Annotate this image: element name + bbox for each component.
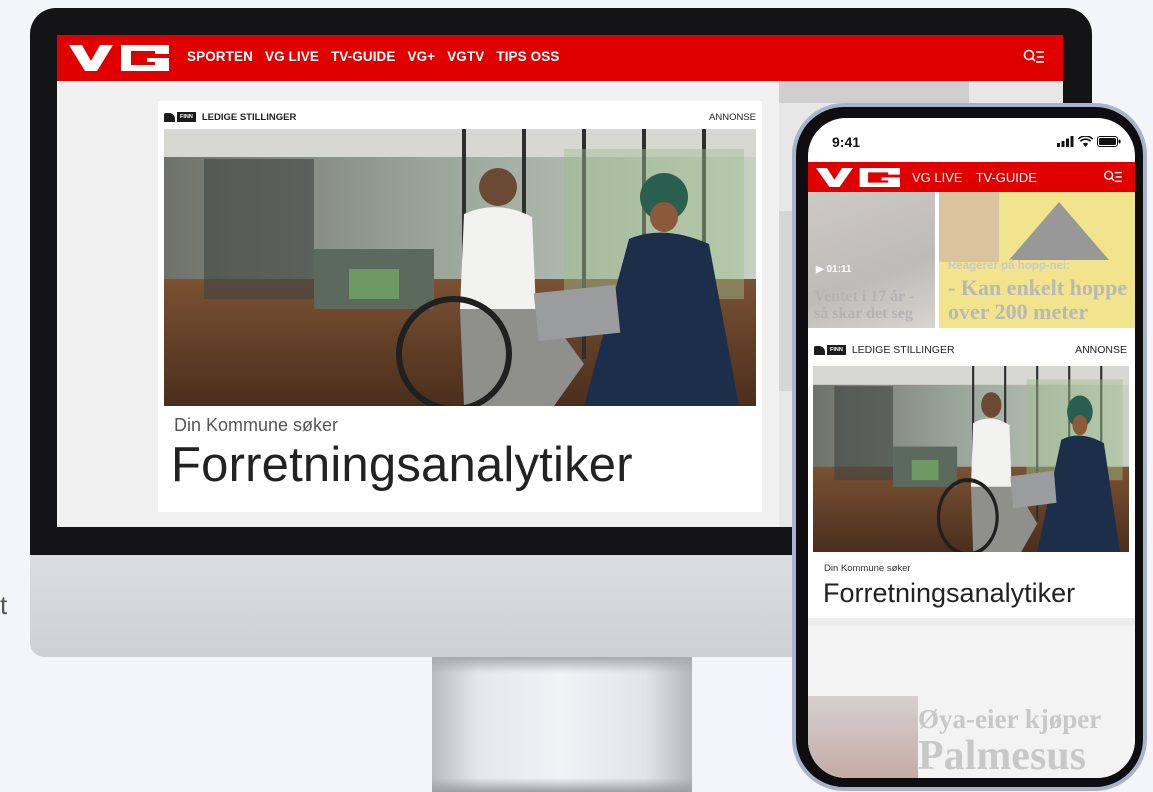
teaser-b-headline[interactable]: - Kan enkelt hoppe over 200 meter	[948, 276, 1127, 324]
phone-screen: 9:41 VG LIVE TV-GUIDE ▶ 01:11 Ventet i 1…	[808, 118, 1135, 778]
annonse-label: ANNONSE	[709, 111, 756, 123]
finn-logo: FINN	[814, 345, 846, 355]
teaser-palmesus-line1: Øya-eier kjøper	[918, 704, 1102, 734]
nav-vg-live[interactable]: VG LIVE	[912, 170, 963, 185]
imac-stand	[432, 657, 692, 792]
divider	[808, 618, 1135, 626]
teaser-a-line2: så skar det seg	[814, 305, 913, 322]
nav-vg-live[interactable]: VG LIVE	[265, 49, 319, 64]
office-photo	[813, 366, 1129, 552]
ad-title: Forretningsanalytiker	[823, 578, 1076, 608]
finn-logo-tab	[814, 345, 825, 355]
scene: t SPORTEN VG LIVE TV-GUIDE VG+ VGTV TIPS…	[0, 0, 1153, 792]
teaser-b-line2: over 200 meter	[948, 299, 1089, 324]
search-menu-icon[interactable]	[1023, 49, 1045, 65]
teaser-a-line1: Ventet i 17 år -	[814, 288, 915, 305]
teaser-image-concert	[808, 696, 918, 778]
search-menu-icon[interactable]	[1103, 170, 1123, 184]
article-thumb	[779, 81, 969, 103]
vg-logo[interactable]	[69, 45, 169, 71]
finn-job-ad[interactable]: FINN LEDIGE STILLINGER ANNONSE Din Kommu…	[158, 101, 762, 512]
nav-sporten[interactable]: SPORTEN	[187, 49, 253, 64]
ad-label: LEDIGE STILLINGER	[201, 111, 297, 123]
phone-nav: VG LIVE TV-GUIDE	[912, 170, 1037, 185]
wifi-icon	[1078, 136, 1093, 147]
teaser-a-headline[interactable]: Ventet i 17 år - så skar det seg	[814, 288, 914, 322]
battery-icon	[1097, 136, 1121, 147]
nav-tv-guide[interactable]: TV-GUIDE	[331, 49, 396, 64]
office-photo	[164, 129, 756, 406]
video-duration-badge: ▶ 01:11	[816, 264, 852, 275]
ad-topbar: FINN LEDIGE STILLINGER ANNONSE	[814, 344, 1127, 356]
vg-header: SPORTEN VG LIVE TV-GUIDE VG+ VGTV TIPS O…	[57, 35, 1063, 81]
ad-label: LEDIGE STILLINGER	[851, 344, 955, 356]
annonse-label: ANNONSE	[1075, 344, 1127, 356]
status-time: 9:41	[832, 134, 861, 150]
nav-vgtv[interactable]: VGTV	[447, 49, 484, 64]
teaser-b-kicker: Reagerer på hopp-nei:	[948, 260, 1071, 272]
teaser-b-line1: - Kan enkelt hoppe	[948, 275, 1128, 300]
nav-vg-plus[interactable]: VG+	[408, 49, 436, 64]
ad-subtitle: Din Kommune søker	[824, 563, 911, 574]
ad-title: Forretningsanalytiker	[171, 438, 633, 492]
finn-logo-text: FINN	[827, 345, 846, 355]
teaser-palmesus-headline: Øya-eier kjøper Palmesus	[918, 704, 1101, 778]
finn-logo-text: FINN	[177, 112, 196, 122]
signal-icon	[1057, 136, 1074, 147]
desktop-nav: SPORTEN VG LIVE TV-GUIDE VG+ VGTV TIPS O…	[187, 49, 559, 64]
edge-mark: t	[0, 590, 8, 620]
finn-logo: FINN	[164, 112, 196, 122]
teaser-palmesus-line2: Palmesus	[918, 733, 1086, 778]
nav-tv-guide[interactable]: TV-GUIDE	[976, 170, 1037, 185]
ad-topbar: FINN LEDIGE STILLINGER ANNONSE	[164, 110, 756, 124]
teaser-palmesus[interactable]: Øya-eier kjøper Palmesus	[808, 626, 1135, 778]
ad-subtitle: Din Kommune søker	[174, 415, 339, 435]
status-icons	[1057, 136, 1121, 147]
status-bar: 9:41	[808, 118, 1135, 162]
finn-logo-tab	[164, 112, 175, 122]
phone-vg-header: VG LIVE TV-GUIDE	[808, 162, 1135, 192]
vg-logo[interactable]	[816, 168, 900, 187]
phone-finn-job-ad[interactable]: FINN LEDIGE STILLINGER ANNONSE Din Kommu…	[808, 334, 1135, 624]
nav-tips-oss[interactable]: TIPS OSS	[496, 49, 559, 64]
